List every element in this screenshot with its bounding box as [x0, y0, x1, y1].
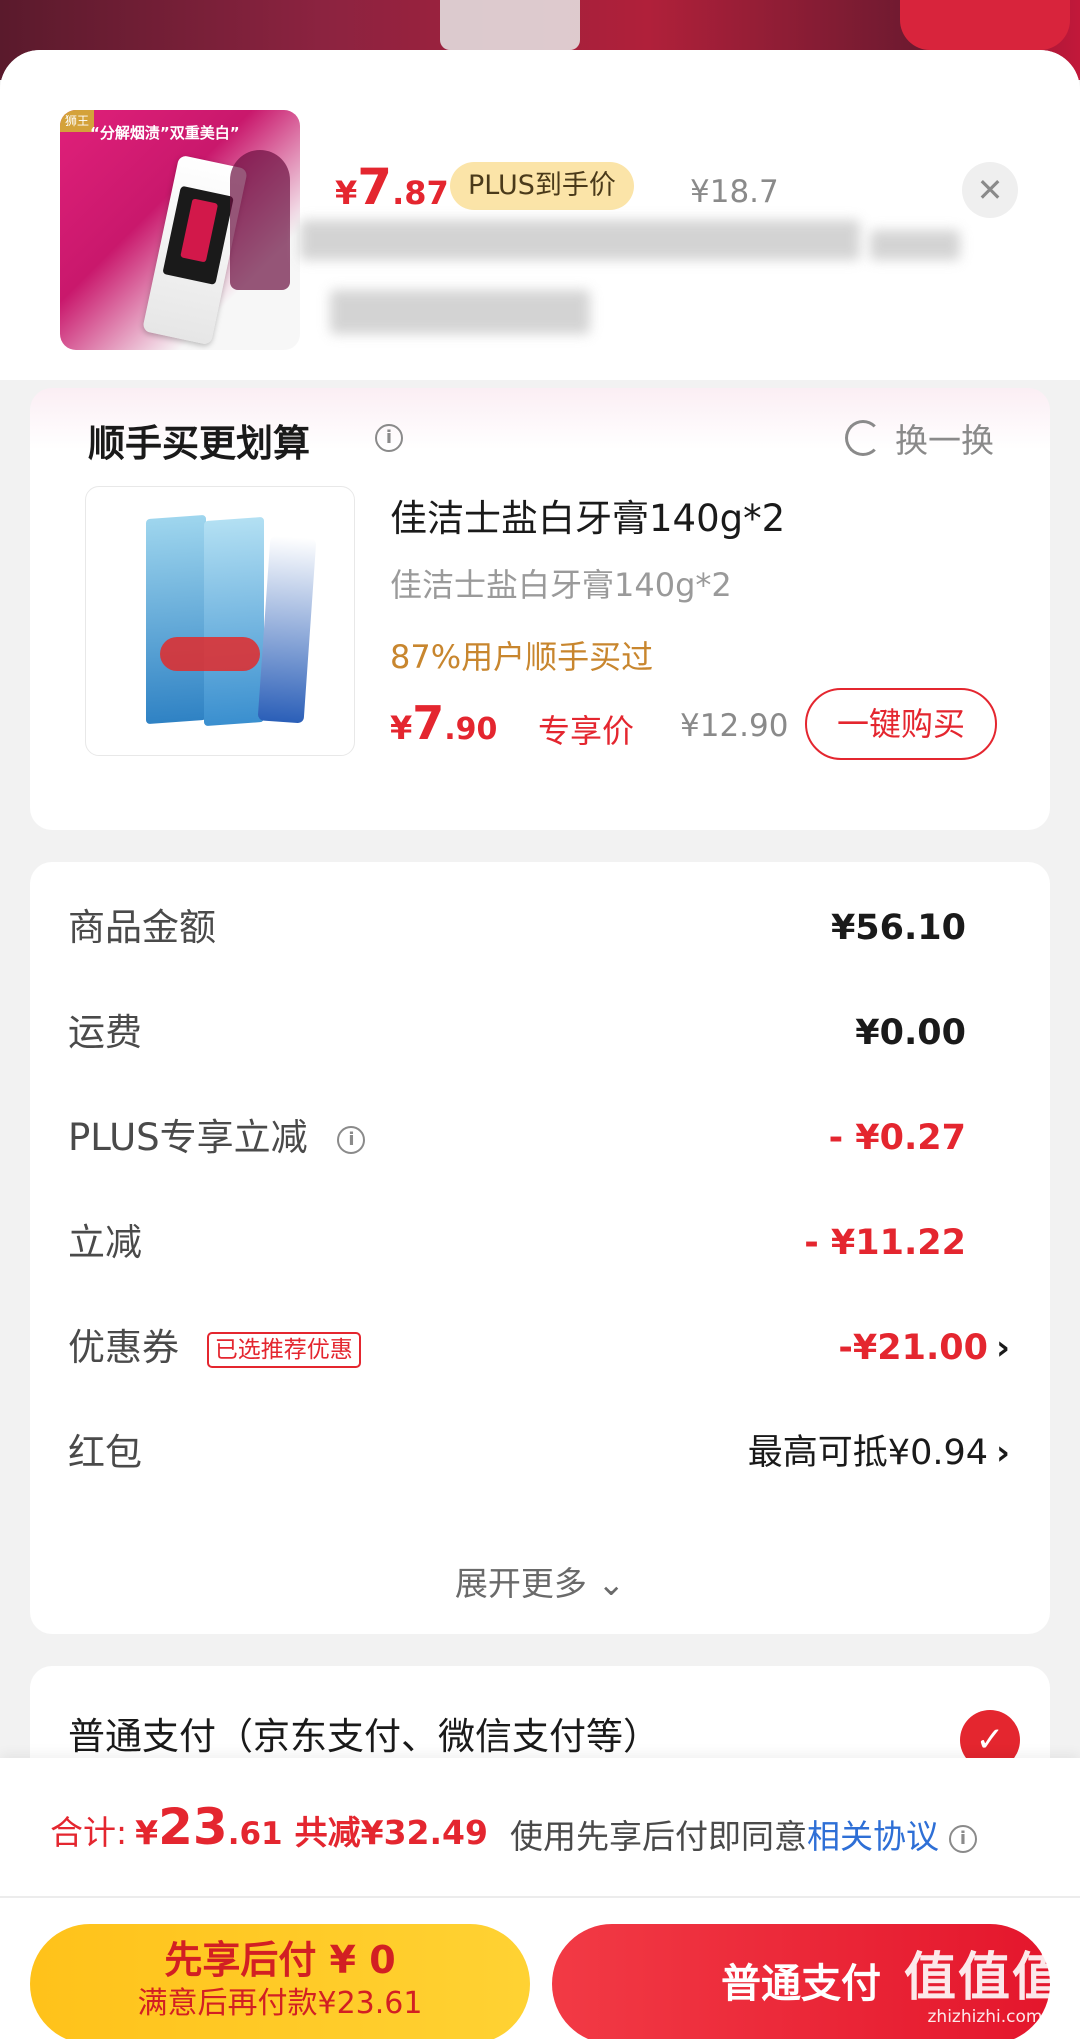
order-total: 合计: ¥23.61 共减¥32.49 — [50, 1798, 488, 1856]
one-click-buy-button[interactable]: 一键购买 — [805, 688, 997, 760]
summary-label-wrap: PLUS专享立减 i — [68, 1108, 366, 1168]
pay-later-title: 先享后付 ¥ 0 — [164, 1938, 396, 1982]
total-decimal: .61 — [227, 1816, 283, 1852]
order-summary-card: 商品金额 ¥56.10 运费 ¥0.00 PLUS专享立减 i - ¥0.27 … — [30, 862, 1050, 1634]
summary-row-shipping: 运费 ¥0.00 — [30, 1003, 1050, 1063]
info-icon[interactable]: i — [375, 424, 403, 452]
blurred-product-spec — [330, 290, 590, 334]
toothpaste-box-image — [146, 514, 206, 725]
info-icon[interactable]: i — [949, 1824, 977, 1853]
watermark-text: 值值值 — [903, 1948, 1066, 2008]
summary-label: 立减 — [68, 1221, 142, 1264]
coupon-selected-tag: 已选推荐优惠 — [206, 1331, 361, 1368]
addon-title: 顺手买更划算 — [88, 422, 310, 465]
summary-label-wrap: 优惠券 已选推荐优惠 — [68, 1318, 361, 1378]
chevron-right-icon: › — [995, 1328, 1010, 1368]
checkout-bottom-bar: 合计: ¥23.61 共减¥32.49 使用先享后付即同意相关协议 i 先享后付 … — [0, 1758, 1080, 2039]
payment-option-label: 普通支付（京东支付、微信支付等） — [68, 1715, 660, 1758]
summary-row-coupon[interactable]: 优惠券 已选推荐优惠 -¥21.00 › — [30, 1318, 1050, 1378]
price-symbol: ¥ — [335, 174, 358, 212]
info-icon[interactable]: i — [337, 1125, 366, 1154]
refresh-icon — [845, 420, 881, 456]
product-thumbnail[interactable]: 狮王 “分解烟渍”双重美白” — [60, 110, 300, 350]
total-integer: 23 — [158, 1798, 228, 1856]
summary-value: -¥21.00 — [838, 1328, 988, 1368]
divider — [0, 1896, 1080, 1898]
pay-later-button[interactable]: 先享后付 ¥ 0 满意后再付款¥23.61 — [30, 1924, 530, 2039]
thumb-slogan: “分解烟渍”双重美白” — [90, 124, 240, 142]
summary-label: 优惠券 — [68, 1326, 179, 1369]
summary-value: ¥56.10 — [830, 908, 966, 948]
addon-product-subtitle: 佳洁士盐白牙膏140g*2 — [390, 566, 732, 604]
toothpaste-box-image — [204, 516, 264, 727]
watermark-url: zhizhizhi.com — [927, 2007, 1043, 2027]
summary-label: 商品金额 — [68, 906, 216, 949]
summary-value: ¥0.00 — [855, 1013, 966, 1053]
watermark: 值值值 zhizhizhi.com — [904, 1949, 1066, 2027]
addon-original-price: ¥12.90 — [680, 708, 789, 744]
banner-decoration — [900, 0, 1070, 50]
thumb-brand-tag: 狮王 — [60, 110, 94, 132]
total-amount: ¥23.61 — [135, 1798, 282, 1856]
total-symbol: ¥ — [135, 1813, 159, 1852]
price-symbol: ¥ — [390, 709, 413, 747]
summary-row-subtotal: 商品金额 ¥56.10 — [30, 898, 1050, 958]
swap-label: 换一换 — [895, 421, 994, 460]
blurred-product-title — [870, 230, 960, 260]
swap-button[interactable]: 换一换 — [845, 414, 994, 462]
summary-value: 最高可抵¥0.94 — [747, 1433, 988, 1473]
price-decimal: .90 — [444, 712, 498, 747]
agreement-notice: 使用先享后付即同意相关协议 i — [510, 1810, 977, 1858]
price-integer: 7 — [412, 696, 445, 750]
plus-price-badge: PLUS到手价 — [450, 162, 634, 210]
summary-row-plus-discount: PLUS专享立减 i - ¥0.27 — [30, 1108, 1050, 1168]
original-price: ¥18.7 — [690, 174, 779, 210]
chevron-right-icon: › — [995, 1433, 1010, 1473]
banner-decoration — [440, 0, 580, 50]
addon-product-image[interactable] — [85, 486, 355, 756]
price-decimal: .87 — [392, 174, 449, 212]
expand-more-button[interactable]: 展开更多 ⌄ — [30, 1557, 1050, 1605]
brand-logo-image — [160, 637, 260, 671]
model-silhouette-image — [230, 150, 290, 290]
total-label: 合计: — [50, 1813, 128, 1852]
total-savings: 共减¥32.49 — [294, 1813, 488, 1852]
addon-price: ¥ 7 .90 — [390, 696, 497, 750]
product-header: 狮王 “分解烟渍”双重美白” ¥ 7 .87 PLUS到手价 ¥18.7 ✕ — [0, 50, 1080, 380]
close-button[interactable]: ✕ — [962, 162, 1018, 218]
exclusive-price-label: 专享价 — [538, 712, 635, 750]
addon-product-name[interactable]: 佳洁士盐白牙膏140g*2 — [390, 488, 785, 542]
summary-label: 运费 — [68, 1011, 142, 1054]
blurred-product-title — [300, 220, 860, 260]
summary-value: - ¥0.27 — [828, 1118, 966, 1158]
toothpaste-tube-image — [257, 535, 317, 724]
summary-label: 红包 — [68, 1431, 142, 1474]
product-price: ¥ 7 .87 — [335, 158, 449, 216]
checkout-sheet: 狮王 “分解烟渍”双重美白” ¥ 7 .87 PLUS到手价 ¥18.7 ✕ 顺… — [0, 50, 1080, 2039]
addon-social-proof: 87%用户顺手买过 — [390, 638, 654, 676]
agreement-prefix: 使用先享后付即同意 — [510, 1817, 807, 1856]
price-integer: 7 — [357, 158, 393, 216]
pay-later-subtitle: 满意后再付款¥23.61 — [137, 1986, 423, 2021]
summary-value: - ¥11.22 — [804, 1223, 966, 1263]
summary-row-instant-discount: 立减 - ¥11.22 — [30, 1213, 1050, 1273]
summary-label: PLUS专享立减 — [68, 1116, 308, 1159]
close-icon: ✕ — [976, 171, 1004, 209]
agreement-link[interactable]: 相关协议 — [807, 1817, 939, 1856]
summary-row-red-packet[interactable]: 红包 最高可抵¥0.94 › — [30, 1423, 1050, 1483]
addon-recommendation-card: 顺手买更划算 i 换一换 佳洁士盐白牙膏140g*2 佳洁士盐白牙膏140g*2… — [30, 388, 1050, 830]
